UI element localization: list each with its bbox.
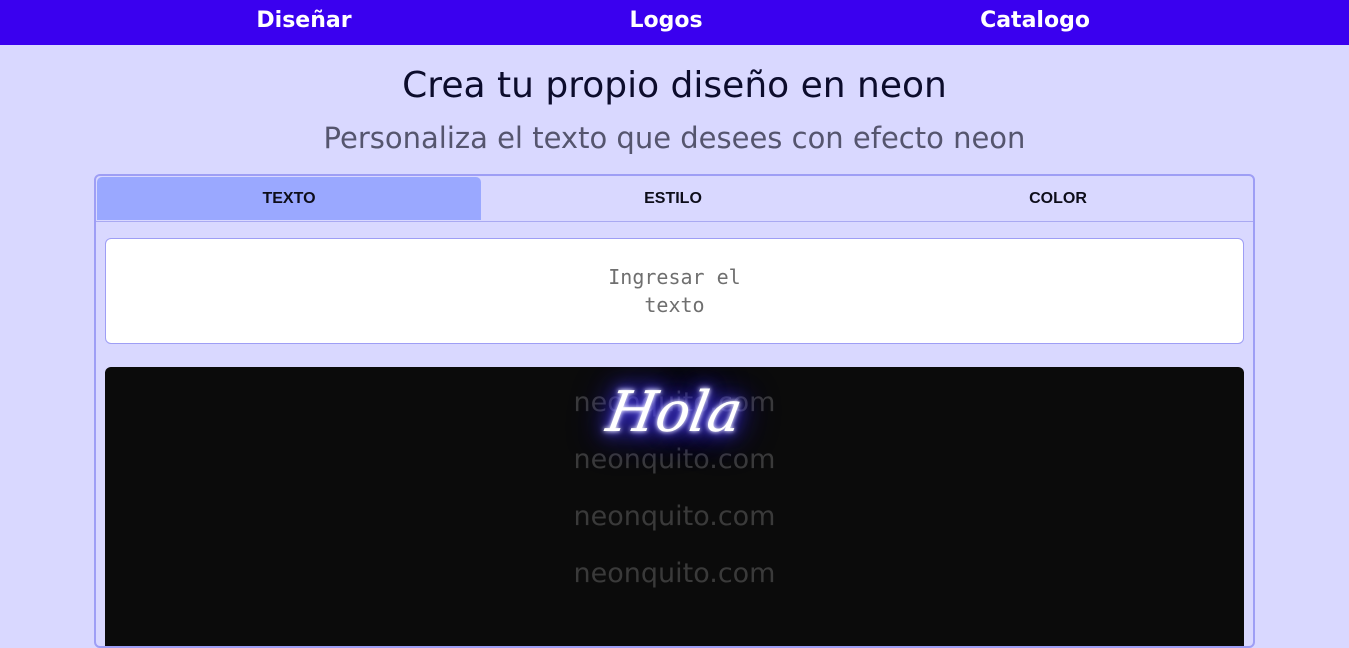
- top-navigation: Diseñar Logos Catalogo: [0, 0, 1349, 45]
- neon-preview: neonquito.com neonquito.com neonquito.co…: [105, 367, 1244, 646]
- watermark: neonquito.com: [573, 501, 776, 532]
- tab-texto[interactable]: TEXTO: [97, 177, 481, 220]
- neon-sign-text: Hola: [601, 380, 748, 445]
- page-subtitle: Personaliza el texto que desees con efec…: [323, 121, 1026, 155]
- nav-link-logos[interactable]: Logos: [629, 6, 702, 36]
- nav-link-catalogo[interactable]: Catalogo: [980, 6, 1090, 36]
- designer-panel: TEXTO ESTILO COLOR Ingresar el texto neo…: [94, 174, 1255, 648]
- tab-estilo[interactable]: ESTILO: [481, 177, 865, 220]
- text-input-placeholder: Ingresar el texto: [608, 265, 741, 317]
- nav-link-disenar[interactable]: Diseñar: [256, 6, 351, 36]
- text-input[interactable]: Ingresar el texto: [105, 238, 1244, 344]
- tab-bar: TEXTO ESTILO COLOR: [96, 176, 1253, 222]
- watermark: neonquito.com: [573, 558, 776, 589]
- page-title: Crea tu propio diseño en neon: [402, 65, 947, 106]
- tab-color[interactable]: COLOR: [865, 177, 1251, 220]
